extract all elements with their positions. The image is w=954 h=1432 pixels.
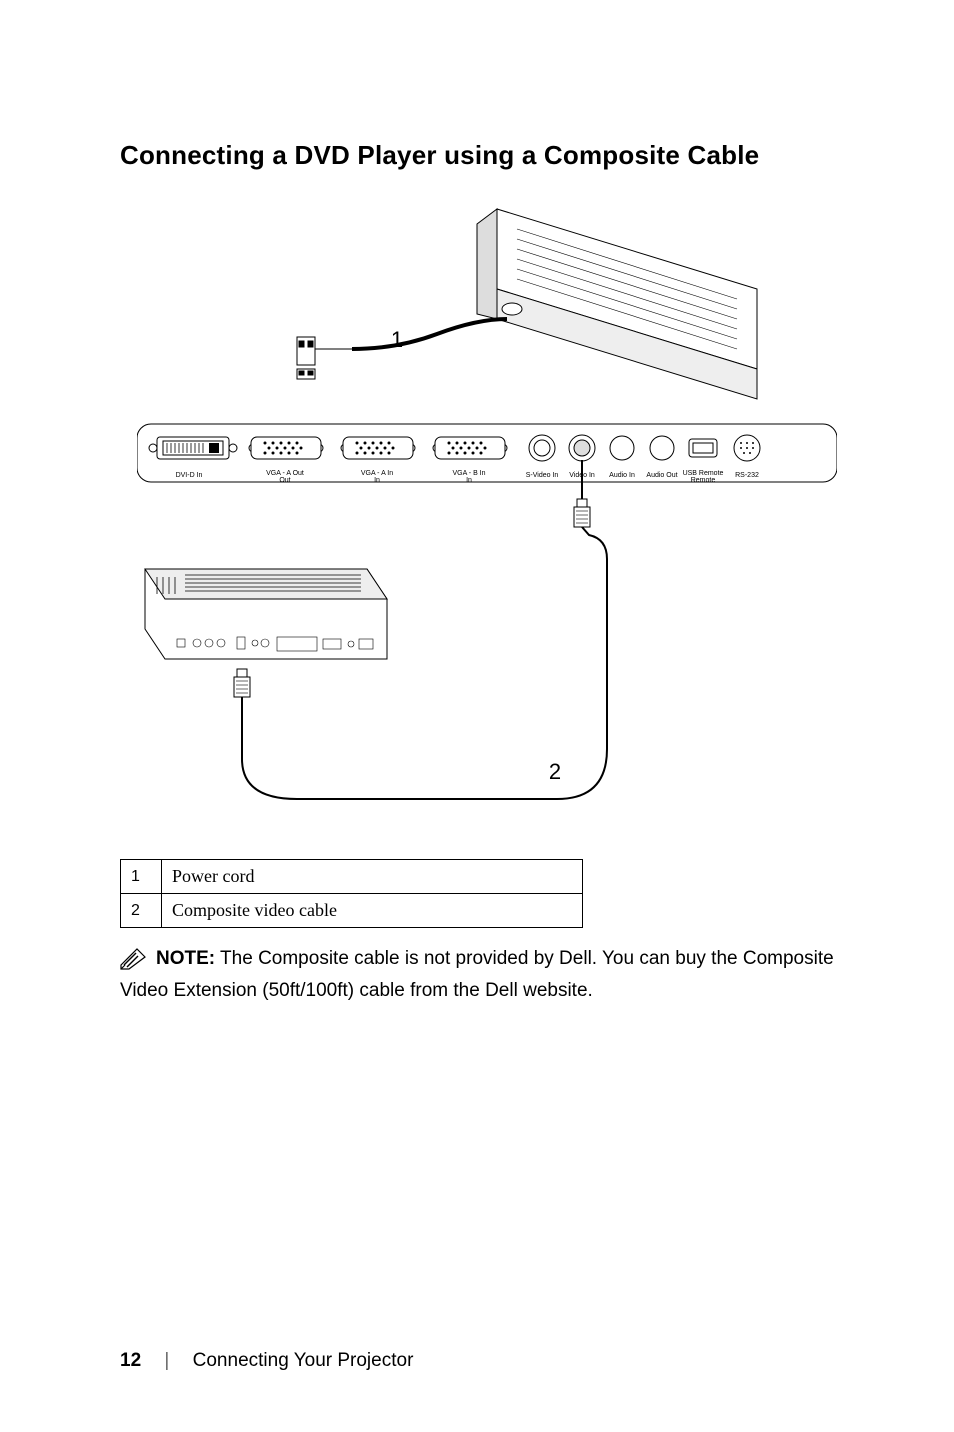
svg-text:VGA - A Out: VGA - A Out bbox=[266, 470, 304, 477]
footer-section: Connecting Your Projector bbox=[193, 1350, 414, 1371]
note-label: NOTE: bbox=[156, 948, 215, 969]
page-title: Connecting a DVD Player using a Composit… bbox=[120, 140, 854, 171]
svg-text:In: In bbox=[374, 477, 380, 484]
table-row: 2 Composite video cable bbox=[121, 894, 583, 928]
page-number: 12 bbox=[120, 1350, 141, 1371]
note-icon bbox=[120, 948, 146, 978]
svg-text:S-Video In: S-Video In bbox=[526, 472, 559, 479]
note-text: The Composite cable is not provided by D… bbox=[120, 948, 834, 1001]
legend-table: 1 Power cord 2 Composite video cable bbox=[120, 859, 583, 928]
svg-text:In: In bbox=[466, 477, 472, 484]
svg-text:Remote: Remote bbox=[691, 477, 716, 484]
table-row: 1 Power cord bbox=[121, 860, 583, 894]
svg-text:VGA - B In: VGA - B In bbox=[452, 470, 485, 477]
page-footer: 12 | Connecting Your Projector bbox=[120, 1350, 413, 1372]
svg-text:VGA - A In: VGA - A In bbox=[361, 470, 393, 477]
footer-separator: | bbox=[164, 1350, 169, 1371]
svg-text:Audio In: Audio In bbox=[609, 472, 635, 479]
svg-text:Out: Out bbox=[279, 477, 290, 484]
callout-2: 2 bbox=[549, 759, 561, 784]
connection-diagram: 1 bbox=[137, 199, 837, 819]
svg-text:USB Remote: USB Remote bbox=[683, 470, 724, 477]
callout-1: 1 bbox=[391, 327, 403, 352]
legend-num-2: 2 bbox=[121, 894, 162, 928]
svg-text:DVI-D In: DVI-D In bbox=[176, 472, 203, 479]
note-block: NOTE: The Composite cable is not provide… bbox=[120, 946, 854, 1003]
legend-text-1: Power cord bbox=[162, 860, 583, 894]
svg-text:Audio Out: Audio Out bbox=[646, 472, 677, 479]
legend-num-1: 1 bbox=[121, 860, 162, 894]
svg-text:RS-232: RS-232 bbox=[735, 472, 759, 479]
legend-text-2: Composite video cable bbox=[162, 894, 583, 928]
